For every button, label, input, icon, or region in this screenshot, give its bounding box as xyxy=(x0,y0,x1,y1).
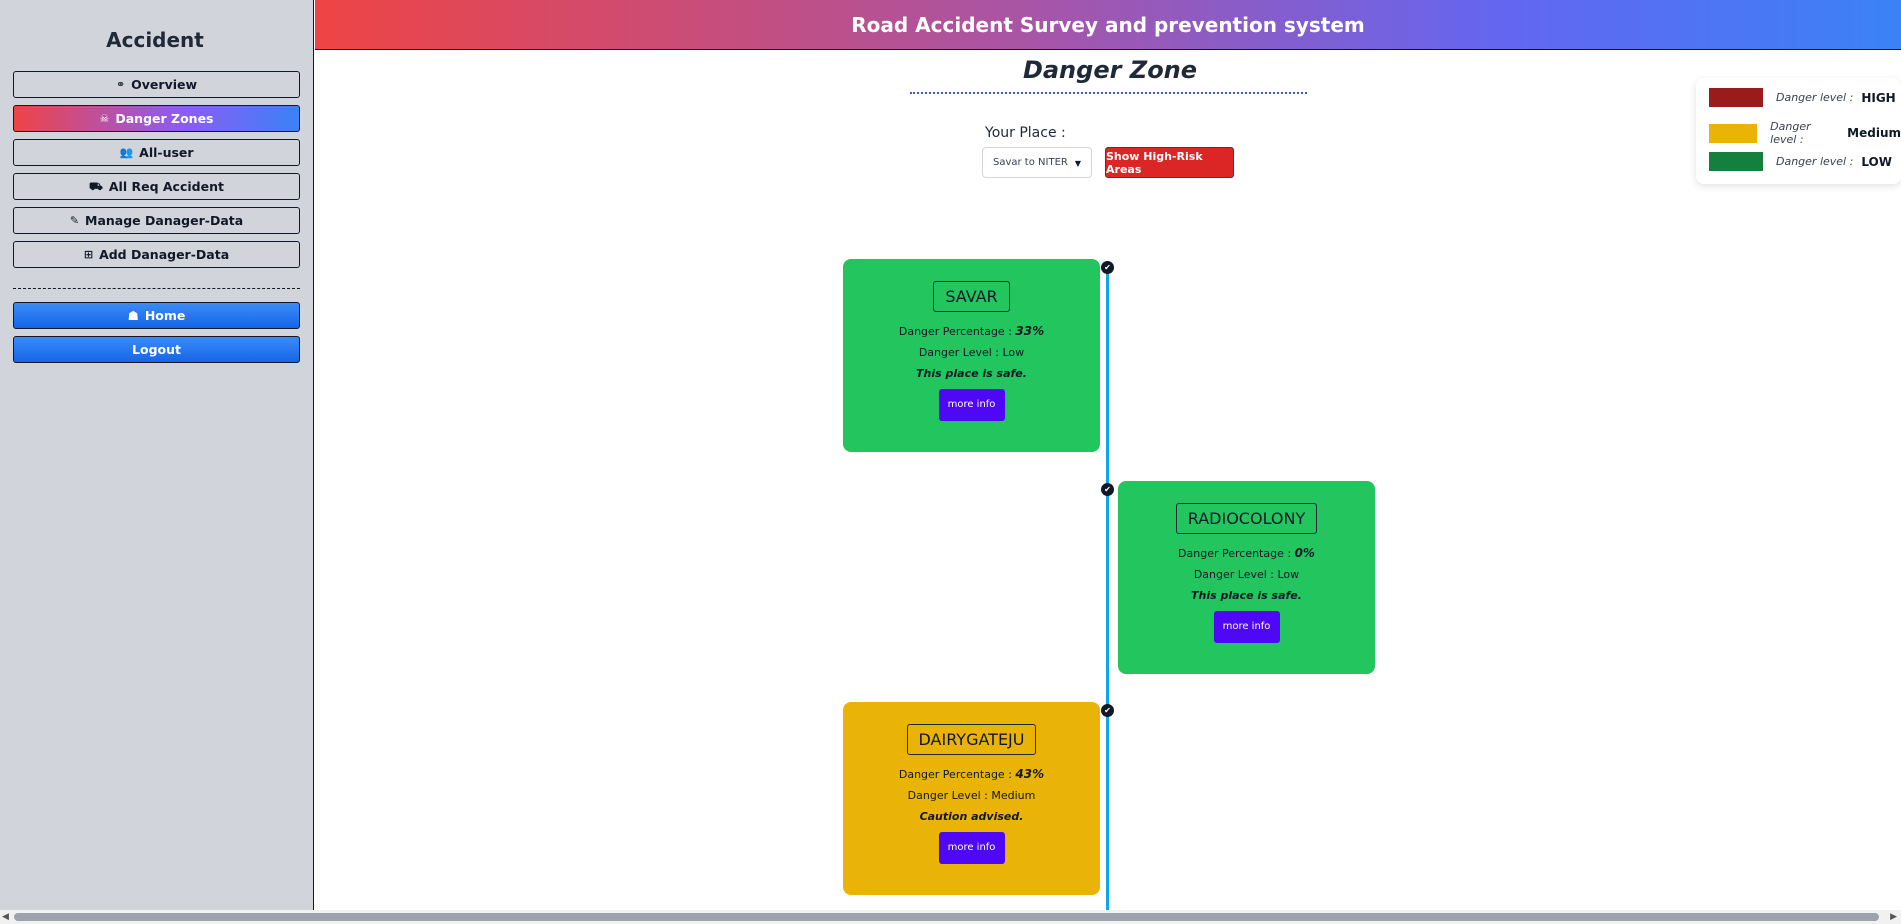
scrollbar-thumb[interactable] xyxy=(14,913,1879,921)
legend-key: Danger level : xyxy=(1770,120,1811,146)
check-circle-icon: ✔ xyxy=(1101,483,1114,496)
users-icon: 👥 xyxy=(119,146,134,159)
legend-row-low: Danger level : LOW xyxy=(1709,152,1892,171)
sidebar-item-all-user[interactable]: 👥 All-user xyxy=(13,139,300,166)
zone-note: This place is safe. xyxy=(1191,589,1302,602)
legend-key: Danger level : xyxy=(1776,155,1854,168)
zone-percentage-value: 33% xyxy=(1015,324,1045,338)
zone-level: Danger Level : Low xyxy=(1193,568,1300,581)
place-select[interactable]: Savar to NITER ▼ xyxy=(982,147,1092,178)
app-root: Accident ⚭ Overview ☠ Danger Zones 👥 All… xyxy=(0,0,1901,924)
zone-note: Caution advised. xyxy=(919,810,1024,823)
title-underline xyxy=(910,92,1307,94)
zone-percentage-line: Danger Percentage : 0% xyxy=(1118,546,1375,560)
more-info-button[interactable]: more info xyxy=(1213,611,1280,643)
zone-percentage-label: Danger Percentage : xyxy=(898,325,1012,338)
sidebar-item-overview[interactable]: ⚭ Overview xyxy=(13,71,300,98)
scroll-right-icon[interactable]: ▶ xyxy=(1890,912,1897,922)
legend-swatch-low xyxy=(1709,152,1763,171)
home-label: Home xyxy=(144,308,186,323)
sidebar-item-label: Add Danager-Data xyxy=(99,247,230,262)
legend-row-medium: Danger level : Medium xyxy=(1709,120,1901,146)
legend-value: LOW xyxy=(1861,154,1892,169)
zone-percentage-line: Danger Percentage : 33% xyxy=(843,324,1100,338)
danger-legend: Danger level : HIGH Danger level : Mediu… xyxy=(1696,78,1901,184)
sidebar-item-danger-zones[interactable]: ☠ Danger Zones xyxy=(13,105,300,132)
more-info-button[interactable]: more info xyxy=(938,389,1005,421)
car-icon: ⛟ xyxy=(89,180,103,193)
zone-percentage-label: Danger Percentage : xyxy=(898,768,1012,781)
sidebar: Accident ⚭ Overview ☠ Danger Zones 👥 All… xyxy=(0,0,314,910)
header-title: Road Accident Survey and prevention syst… xyxy=(851,12,1365,37)
top-header: Road Accident Survey and prevention syst… xyxy=(315,0,1901,50)
zone-card-dairygateju: DAIRYGATEJU Danger Percentage : 43% Dang… xyxy=(843,702,1100,895)
sidebar-actions: ☗ Home Logout xyxy=(13,302,300,370)
sidebar-item-all-req-accident[interactable]: ⛟ All Req Accident xyxy=(13,173,300,200)
zone-name: SAVAR xyxy=(933,281,1010,312)
zone-percentage-value: 0% xyxy=(1294,546,1315,560)
sidebar-item-add-danger-data[interactable]: ⊞ Add Danager-Data xyxy=(13,241,300,268)
legend-row-high: Danger level : HIGH xyxy=(1709,88,1896,107)
sidebar-item-label: Manage Danager-Data xyxy=(85,213,244,228)
place-select-value: Savar to NITER xyxy=(993,157,1068,168)
chevron-down-icon: ▼ xyxy=(1074,159,1081,168)
zone-percentage-line: Danger Percentage : 43% xyxy=(843,767,1100,781)
horizontal-scrollbar[interactable]: ◀ ▶ xyxy=(0,910,1901,924)
place-label: Your Place : xyxy=(985,125,1066,141)
sidebar-divider xyxy=(13,288,300,289)
zone-note: This place is safe. xyxy=(916,367,1027,380)
zone-percentage-label: Danger Percentage : xyxy=(1178,547,1292,560)
binoculars-icon: ⚭ xyxy=(115,78,126,91)
legend-swatch-high xyxy=(1709,88,1763,107)
zone-card-savar: SAVAR Danger Percentage : 33% Danger Lev… xyxy=(843,259,1100,452)
scroll-left-icon[interactable]: ◀ xyxy=(2,912,9,922)
legend-value: HIGH xyxy=(1861,90,1896,105)
sidebar-item-label: Overview xyxy=(131,77,198,92)
legend-swatch-medium xyxy=(1709,123,1758,143)
page-title: Danger Zone xyxy=(1022,56,1198,84)
zone-percentage-value: 43% xyxy=(1015,767,1045,781)
edit-icon: ✎ xyxy=(69,214,80,227)
logout-button[interactable]: Logout xyxy=(13,336,300,363)
zone-level: Danger Level : Medium xyxy=(907,789,1036,802)
logout-label: Logout xyxy=(132,342,181,357)
add-icon: ⊞ xyxy=(83,248,94,261)
sidebar-brand: Accident xyxy=(106,28,204,52)
sidebar-item-label: Danger Zones xyxy=(115,111,214,126)
zone-name: RADIOCOLONY xyxy=(1175,503,1318,534)
home-icon: ☗ xyxy=(127,308,139,323)
check-circle-icon: ✔ xyxy=(1101,704,1114,717)
sidebar-item-label: All-user xyxy=(139,145,194,160)
check-circle-icon: ✔ xyxy=(1101,261,1114,274)
sidebar-item-manage-danger-data[interactable]: ✎ Manage Danager-Data xyxy=(13,207,300,234)
timeline-line xyxy=(1106,262,1109,910)
sidebar-nav: ⚭ Overview ☠ Danger Zones 👥 All-user ⛟ A… xyxy=(13,71,300,275)
legend-key: Danger level : xyxy=(1776,91,1854,104)
home-button[interactable]: ☗ Home xyxy=(13,302,300,329)
show-high-risk-button[interactable]: Show High-Risk Areas xyxy=(1105,147,1234,178)
legend-value: Medium xyxy=(1847,126,1901,140)
sidebar-item-label: All Req Accident xyxy=(108,179,224,194)
zone-card-radiocolony: RADIOCOLONY Danger Percentage : 0% Dange… xyxy=(1118,481,1375,674)
more-info-button[interactable]: more info xyxy=(938,832,1005,864)
zone-name: DAIRYGATEJU xyxy=(906,724,1037,755)
zone-level: Danger Level : Low xyxy=(918,346,1025,359)
skull-icon: ☠ xyxy=(99,112,110,125)
